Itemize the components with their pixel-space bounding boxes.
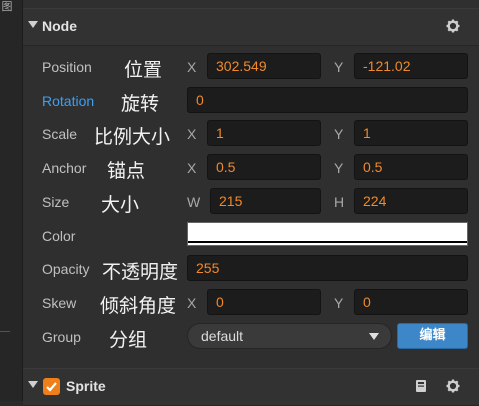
anchor-x-input[interactable]: 0.5	[207, 154, 321, 180]
group-label: Group	[42, 329, 81, 345]
triangle-down-icon[interactable]	[28, 381, 38, 388]
opacity-cn-annotation: 不透明度	[102, 261, 179, 283]
checkmark-icon	[46, 382, 57, 392]
scale-row: Scale 比例大小 X 1 Y 1	[23, 117, 479, 151]
gear-icon[interactable]	[446, 19, 460, 33]
group-cn-annotation: 分组	[109, 329, 148, 351]
sprite-section-title: Sprite	[66, 378, 106, 394]
position-cn-annotation: 位置	[124, 59, 163, 81]
scale-x-input[interactable]: 1	[207, 120, 321, 146]
position-label: Position	[42, 59, 92, 75]
size-h-input[interactable]: 224	[354, 188, 468, 214]
color-label: Color	[42, 228, 76, 244]
anchor-cn-annotation: 锚点	[107, 160, 146, 182]
anchor-y-axis-label: Y	[334, 160, 344, 176]
skew-y-input[interactable]: 0	[354, 289, 468, 315]
node-section-header[interactable]: Node	[23, 8, 479, 46]
skew-cn-annotation: 倾斜角度	[100, 295, 177, 317]
size-w-input[interactable]: 215	[210, 188, 321, 214]
anchor-y-input[interactable]: 0.5	[354, 154, 468, 180]
skew-label: Skew	[42, 295, 77, 311]
group-select[interactable]: default	[187, 323, 392, 349]
position-x-input[interactable]: 302.549	[207, 53, 321, 79]
position-y-axis-label: Y	[334, 59, 344, 75]
color-alpha-strip	[188, 241, 467, 243]
group-select-value: default	[201, 328, 244, 344]
scale-x-axis-label: X	[187, 126, 197, 142]
rotation-input[interactable]: 0	[187, 87, 468, 113]
skew-x-input[interactable]: 0	[207, 289, 321, 315]
red-marker	[0, 331, 10, 332]
size-row: Size 大小 W 215 H 224	[23, 185, 479, 219]
position-x-axis-label: X	[187, 59, 197, 75]
group-row: Group 分组 default 编辑	[23, 320, 479, 354]
rotation-row: Rotation 旋转 0	[23, 84, 479, 118]
group-edit-button[interactable]: 编辑	[397, 323, 468, 349]
book-icon[interactable]	[415, 379, 427, 393]
color-row: Color	[23, 219, 479, 253]
scale-cn-annotation: 比例大小	[94, 126, 171, 148]
anchor-row: Anchor 锚点 X 0.5 Y 0.5	[23, 151, 479, 185]
position-y-input[interactable]: -121.02	[354, 53, 468, 79]
scale-label: Scale	[42, 126, 78, 142]
skew-x-axis-label: X	[187, 295, 197, 311]
sprite-enabled-checkbox[interactable]	[43, 378, 60, 395]
caret-down-icon	[369, 333, 379, 340]
position-row: Position 位置 X 302.549 Y -121.02	[23, 50, 479, 84]
triangle-down-icon[interactable]	[28, 21, 38, 28]
color-swatch[interactable]	[187, 222, 468, 246]
skew-row: Skew 倾斜角度 X 0 Y 0	[23, 286, 479, 320]
size-cn-annotation: 大小	[101, 194, 140, 216]
rotation-label: Rotation	[42, 93, 95, 109]
skew-y-axis-label: Y	[334, 295, 344, 311]
scale-y-axis-label: Y	[334, 126, 344, 142]
anchor-x-axis-label: X	[187, 160, 197, 176]
opacity-row: Opacity 不透明度 255	[23, 252, 479, 286]
size-label: Size	[42, 194, 70, 210]
scale-y-input[interactable]: 1	[354, 120, 468, 146]
left-panel-strip: 图	[0, 0, 23, 401]
rotation-cn-annotation: 旋转	[121, 93, 160, 115]
opacity-label: Opacity	[42, 261, 90, 277]
sprite-section-header[interactable]: Sprite	[23, 368, 479, 406]
node-section-title: Node	[42, 18, 77, 34]
size-w-axis-label: W	[187, 194, 201, 210]
anchor-label: Anchor	[42, 160, 87, 176]
gear-icon[interactable]	[446, 379, 460, 393]
size-h-axis-label: H	[334, 194, 345, 210]
left-panel-corner-label: 图	[1, 1, 13, 13]
opacity-input[interactable]: 255	[187, 255, 468, 281]
